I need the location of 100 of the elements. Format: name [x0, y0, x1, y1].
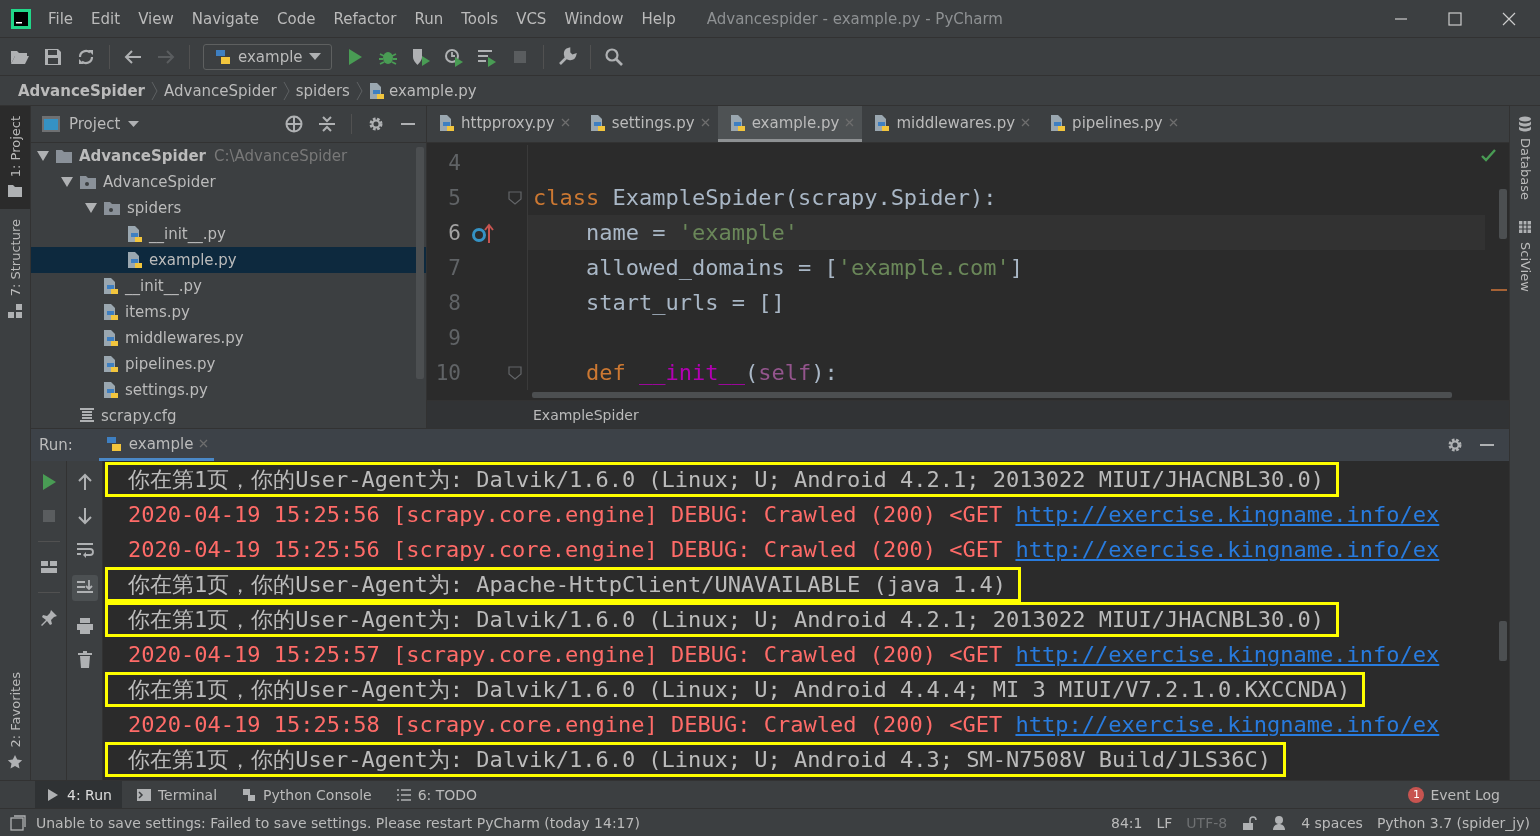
tree-item[interactable]: AdvanceSpider C:\AdvanceSpider: [31, 143, 426, 169]
tree-item[interactable]: AdvanceSpider: [31, 169, 426, 195]
menu-item[interactable]: Run: [405, 9, 453, 28]
event-log-button[interactable]: 1 Event Log: [1408, 786, 1500, 803]
tool-window-tab[interactable]: Terminal: [125, 780, 228, 809]
panel-toggle-icon[interactable]: [10, 814, 26, 831]
tool-window-tab[interactable]: SciView: [1510, 210, 1540, 302]
run-configuration-dropdown[interactable]: example: [203, 43, 332, 70]
search-icon[interactable]: [603, 46, 624, 67]
line-number: 6: [447, 220, 461, 245]
target-icon[interactable]: [285, 115, 303, 133]
python-file-icon: [103, 277, 119, 295]
url-link[interactable]: http://exercise.kingname.info/ex: [1015, 712, 1440, 737]
package-folder-icon: [79, 174, 97, 190]
editor-tab[interactable]: example.py: [717, 106, 863, 142]
maximize-icon[interactable]: [1448, 11, 1462, 26]
editor-tab[interactable]: pipelines.py: [1038, 106, 1186, 142]
menu-item[interactable]: Edit: [82, 9, 130, 28]
indent-setting[interactable]: 4 spaces: [1301, 814, 1363, 831]
breadcrumb-item[interactable]: AdvanceSpider: [18, 81, 145, 100]
menu-item[interactable]: Refactor: [324, 9, 406, 28]
collapse-icon[interactable]: [319, 115, 335, 133]
menu-item[interactable]: Code: [268, 9, 325, 28]
code-line: name = 'example': [584, 219, 798, 247]
breadcrumb-item[interactable]: spiders: [295, 81, 350, 100]
interpreter[interactable]: Python 3.7 (spider_jy): [1376, 814, 1530, 831]
wrap-icon[interactable]: [75, 541, 94, 559]
tree-item[interactable]: __init__.py: [31, 273, 426, 299]
editor-tab[interactable]: httpproxy.py: [427, 106, 578, 142]
menu-item[interactable]: Tools: [452, 9, 508, 28]
tree-item[interactable]: items.py: [31, 299, 426, 325]
console-icon: [241, 786, 258, 803]
tree-item[interactable]: __init__.py: [31, 221, 426, 247]
menu-item[interactable]: VCS: [507, 9, 556, 28]
save-icon[interactable]: [43, 46, 63, 67]
editor-tab[interactable]: middlewares.py: [862, 106, 1039, 142]
tree-item[interactable]: scrapy.cfg: [31, 403, 426, 428]
menu-item[interactable]: Window: [555, 9, 633, 28]
scrollbar[interactable]: [1499, 189, 1507, 239]
tool-window-tab[interactable]: 6: TODO: [385, 780, 488, 809]
settings-icon[interactable]: [1447, 437, 1463, 453]
tree-item[interactable]: spiders: [31, 195, 426, 221]
menu-item[interactable]: View: [129, 9, 183, 28]
tool-window-tab[interactable]: Database: [1510, 106, 1540, 211]
python-file-icon: [729, 113, 746, 132]
package-folder-icon: [103, 200, 121, 216]
error-stripe-mark: [1491, 289, 1507, 291]
tree-item[interactable]: example.py: [31, 247, 426, 273]
printer-icon[interactable]: [75, 617, 94, 635]
tool-window-tab[interactable]: 7: Structure: [0, 209, 30, 329]
line-separator[interactable]: LF: [1156, 814, 1173, 831]
inspector-icon[interactable]: [1271, 814, 1288, 831]
shield-run-icon[interactable]: [410, 46, 431, 67]
tree-item[interactable]: middlewares.py: [31, 325, 426, 351]
url-link[interactable]: http://exercise.kingname.info/ex: [1015, 642, 1440, 667]
python-file-icon: [103, 329, 119, 347]
console-line: 2020-04-19 15:25:56 [scrapy.core.engine] DEBUG: Crawled (200) <GET http://exercise.kingname.info/ex: [127, 501, 1441, 529]
check-icon: [1481, 149, 1497, 163]
scrollbar[interactable]: [1499, 621, 1507, 661]
url-link[interactable]: http://exercise.kingname.info/ex: [1015, 537, 1440, 562]
menu-item[interactable]: Navigate: [182, 9, 269, 28]
expanded-arrow-icon[interactable]: [37, 150, 49, 162]
python-file-icon: [439, 113, 455, 132]
code-line: allowed_domains = ['example.com']: [584, 254, 1024, 282]
tree-item[interactable]: settings.py: [31, 377, 426, 403]
tool-window-tab[interactable]: Python Console: [231, 780, 382, 809]
settings-icon[interactable]: [368, 116, 384, 132]
breadcrumb-item[interactable]: example.py: [368, 81, 477, 100]
lock-icon[interactable]: [1241, 814, 1258, 831]
menu-item[interactable]: File: [39, 9, 83, 28]
expanded-arrow-icon[interactable]: [61, 176, 73, 188]
pin-icon[interactable]: [39, 609, 58, 627]
tool-window-tab[interactable]: 1: Project: [0, 106, 30, 210]
window-title: Advancespider - example.py - PyCharm: [706, 9, 1004, 28]
menu-item[interactable]: Help: [632, 9, 685, 28]
structure-icon: [7, 302, 23, 319]
scrollbar[interactable]: [416, 147, 424, 379]
breadcrumb-item[interactable]: AdvanceSpider: [164, 81, 277, 100]
caret-position[interactable]: 84:1: [1111, 814, 1143, 831]
breadcrumb-item[interactable]: ExampleSpider: [533, 406, 639, 423]
line-number: 8: [447, 290, 461, 315]
tool-window-tab[interactable]: 4: Run: [35, 780, 122, 809]
terminal-icon: [135, 786, 152, 803]
clock-run-icon[interactable]: [443, 46, 464, 67]
trash-icon[interactable]: [75, 651, 94, 669]
layout-icon[interactable]: [39, 558, 58, 576]
scroll-to-end-icon[interactable]: [71, 575, 98, 601]
expanded-arrow-icon[interactable]: [85, 202, 97, 214]
tree-item[interactable]: pipelines.py: [31, 351, 426, 377]
editor-tab[interactable]: settings.py: [577, 106, 718, 142]
python-file-icon: [368, 81, 385, 100]
scrollbar[interactable]: [532, 392, 1452, 398]
view-dropdown[interactable]: Project: [41, 115, 140, 133]
python-file-icon: [1050, 113, 1067, 132]
target-arrow-icon[interactable]: [472, 221, 494, 244]
down-arrow-icon[interactable]: [75, 507, 94, 525]
python-file-icon: [589, 113, 606, 132]
tool-window-tab[interactable]: 2: Favorites: [0, 662, 30, 780]
url-link[interactable]: http://exercise.kingname.info/ex: [1015, 502, 1440, 527]
panel-icon: [41, 115, 61, 133]
